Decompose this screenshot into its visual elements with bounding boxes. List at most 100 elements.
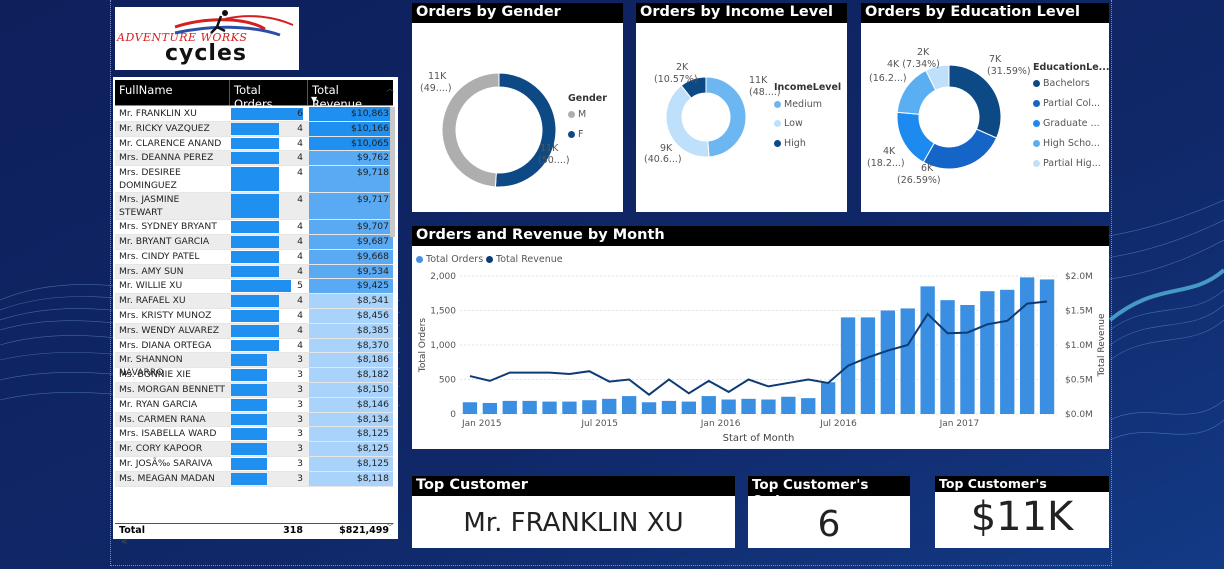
orders-bar[interactable] bbox=[920, 286, 935, 414]
scroll-up-icon[interactable]: ︿ bbox=[386, 83, 394, 94]
cell-total-revenue-value: $9,687 bbox=[356, 235, 389, 247]
table-row[interactable]: Mrs. DESIREE DOMINGUEZ 4 $9,718 bbox=[115, 166, 393, 194]
table-row[interactable]: Mr. CORY KAPOOR 3 $8,125 bbox=[115, 442, 393, 457]
education-legend-graduate[interactable]: Graduate ... bbox=[1033, 118, 1100, 129]
cell-total-orders: 4 bbox=[229, 166, 307, 192]
income-donut-chart[interactable] bbox=[666, 77, 746, 157]
orders-bar[interactable] bbox=[562, 401, 577, 414]
income-legend-high[interactable]: High bbox=[774, 138, 806, 149]
income-legend-title: IncomeLevel bbox=[774, 82, 842, 93]
table-row[interactable]: Mr. RYAN GARCIA 3 $8,146 bbox=[115, 397, 393, 413]
table-row[interactable]: Ms. BONNIE XIE 3 $8,182 bbox=[115, 368, 393, 383]
orders-bar[interactable] bbox=[602, 398, 617, 414]
donut-slice-f[interactable] bbox=[494, 73, 556, 187]
orders-bar[interactable] bbox=[880, 310, 896, 415]
table-row[interactable]: Mrs. DIANA ORTEGA 4 $8,370 bbox=[115, 338, 393, 354]
orders-bar[interactable] bbox=[721, 399, 736, 414]
orders-bar[interactable] bbox=[820, 382, 836, 414]
table-row[interactable]: Mr. RAFAEL XU 4 $8,541 bbox=[115, 294, 393, 309]
education-legend-title: EducationLe... bbox=[1033, 62, 1110, 73]
legend-total-orders[interactable]: Total Orders bbox=[416, 254, 483, 265]
table-row[interactable]: Mr. RICKY VAZQUEZ 4 $10,166 bbox=[115, 121, 393, 137]
table-row[interactable]: Mrs. AMY SUN 4 $9,534 bbox=[115, 264, 393, 280]
table-row[interactable]: Mr. BRYANT GARCIA 4 $9,687 bbox=[115, 234, 393, 250]
column-header-total-revenue[interactable]: Total Revenue ▼ bbox=[307, 80, 393, 111]
table-row[interactable]: Mrs. JASMINE STEWART 4 $9,717 bbox=[115, 193, 393, 221]
orders-bar[interactable] bbox=[661, 400, 677, 414]
scroll-down-icon[interactable]: ﹀ bbox=[386, 522, 394, 533]
table-vertical-scrollbar[interactable] bbox=[390, 107, 395, 237]
orders-data-bar bbox=[231, 339, 279, 352]
orders-bar[interactable] bbox=[741, 398, 756, 414]
cell-fullname: Mr. FRANKLIN XU bbox=[119, 108, 197, 119]
orders-data-bar bbox=[231, 137, 279, 150]
orders-by-education-card[interactable]: Orders by Education Level 2K 4K (7.34%) … bbox=[861, 3, 1110, 212]
orders-bar[interactable] bbox=[681, 401, 697, 414]
gender-legend-f[interactable]: F bbox=[568, 129, 583, 140]
table-row[interactable]: Ms. MEAGAN MADAN 3 $8,118 bbox=[115, 471, 393, 487]
customer-table[interactable]: FullName Total Orders Total Revenue ▼ Mr… bbox=[113, 77, 398, 546]
cell-total-orders-value: 4 bbox=[297, 167, 303, 179]
orders-bar[interactable] bbox=[761, 399, 776, 414]
y-left-axis-title: Total Orders bbox=[418, 318, 428, 373]
gender-donut-chart[interactable] bbox=[442, 73, 556, 187]
orders-bar[interactable] bbox=[1019, 277, 1035, 414]
table-row[interactable]: Mrs. DEANNA PEREZ 4 $9,762 bbox=[115, 151, 393, 167]
table-row[interactable]: Mrs. SYDNEY BRYANT 4 $9,707 bbox=[115, 220, 393, 235]
donut-slice-medium[interactable] bbox=[705, 77, 746, 157]
orders-bar[interactable] bbox=[781, 396, 796, 414]
legend-total-revenue[interactable]: Total Revenue bbox=[486, 254, 563, 265]
orders-bar[interactable] bbox=[1000, 289, 1015, 414]
gender-legend-m[interactable]: M bbox=[568, 109, 586, 120]
orders-bar[interactable] bbox=[980, 291, 995, 414]
orders-bar[interactable] bbox=[860, 317, 876, 414]
table-row[interactable]: Mr. WILLIE XU 5 $9,425 bbox=[115, 279, 393, 295]
donut-slice-partial-col-[interactable] bbox=[922, 128, 998, 169]
orders-bar[interactable] bbox=[542, 401, 557, 414]
orders-bar[interactable] bbox=[582, 400, 597, 414]
table-row[interactable]: Mr. FRANKLIN XU 6 $10,863 bbox=[115, 107, 393, 122]
orders-bar[interactable] bbox=[641, 402, 657, 414]
cell-total-orders: 4 bbox=[229, 122, 307, 136]
orders-bar[interactable] bbox=[462, 402, 478, 414]
education-legend-bachelors[interactable]: Bachelors bbox=[1033, 78, 1090, 89]
orders-by-income-card[interactable]: Orders by Income Level 2K (10.57%) 11K (… bbox=[636, 3, 847, 212]
table-row[interactable]: Mr. CLARENCE ANAND 4 $10,065 bbox=[115, 136, 393, 152]
scroll-left-icon[interactable]: < bbox=[121, 537, 128, 546]
donut-slice-low[interactable] bbox=[666, 84, 710, 157]
orders-bar[interactable] bbox=[801, 398, 816, 414]
income-legend-low[interactable]: Low bbox=[774, 118, 803, 129]
table-row[interactable]: Mrs. WENDY ALVAREZ 4 $8,385 bbox=[115, 323, 393, 339]
education-legend-partial-college[interactable]: Partial Col... bbox=[1033, 98, 1100, 109]
cell-total-revenue: $9,687 bbox=[307, 234, 393, 249]
column-header-fullname[interactable]: FullName bbox=[115, 80, 229, 105]
education-legend-partial-high[interactable]: Partial Hig... bbox=[1033, 158, 1101, 169]
month-combo-chart[interactable]: 0 500 1,000 1,500 2,000 $0.0M $0.5M $1.0M $1.5M $… bbox=[412, 266, 1109, 448]
orders-bar[interactable] bbox=[701, 396, 716, 414]
orders-by-gender-card[interactable]: Orders by Gender 11K (49....) 11K (50...… bbox=[412, 3, 623, 212]
table-row[interactable]: Mr. JOSÃ‰ SARAIVA 3 $8,125 bbox=[115, 456, 393, 472]
education-legend-high-school[interactable]: High Scho... bbox=[1033, 138, 1100, 149]
education-donut-chart[interactable] bbox=[897, 65, 1001, 169]
orders-bar[interactable] bbox=[1039, 279, 1055, 414]
table-row[interactable]: Mrs. ISABELLA WARD 3 $8,125 bbox=[115, 427, 393, 443]
table-row[interactable]: Mrs. CINDY PATEL 4 $9,668 bbox=[115, 249, 393, 265]
income-legend-medium[interactable]: Medium bbox=[774, 99, 822, 110]
table-row[interactable]: Mrs. KRISTY MUNOZ 4 $8,456 bbox=[115, 308, 393, 324]
orders-bar[interactable] bbox=[960, 304, 975, 414]
orders-bar[interactable] bbox=[621, 396, 637, 414]
table-row[interactable]: Mr. SHANNON NAVARRO 3 $8,186 bbox=[115, 353, 393, 378]
column-header-total-orders[interactable]: Total Orders bbox=[229, 80, 307, 111]
orders-bar[interactable] bbox=[522, 400, 537, 414]
y-right-axis-title: Total Revenue bbox=[1097, 313, 1107, 378]
orders-bar[interactable] bbox=[940, 300, 955, 414]
table-row[interactable]: Ms. MORGAN BENNETT 3 $8,150 bbox=[115, 382, 393, 398]
table-row[interactable]: Ms. CARMEN RANA 3 $8,134 bbox=[115, 412, 393, 428]
orders-revenue-by-month-card[interactable]: Orders and Revenue by Month Total Orders… bbox=[412, 226, 1109, 449]
orders-bar[interactable] bbox=[502, 400, 517, 414]
cell-total-revenue: $8,146 bbox=[307, 397, 393, 412]
orders-bar[interactable] bbox=[482, 402, 498, 414]
orders-bar[interactable] bbox=[900, 308, 915, 414]
cell-fullname: Mrs. SYDNEY BRYANT bbox=[119, 221, 217, 233]
month-chart-title: Orders and Revenue by Month bbox=[412, 226, 1109, 246]
